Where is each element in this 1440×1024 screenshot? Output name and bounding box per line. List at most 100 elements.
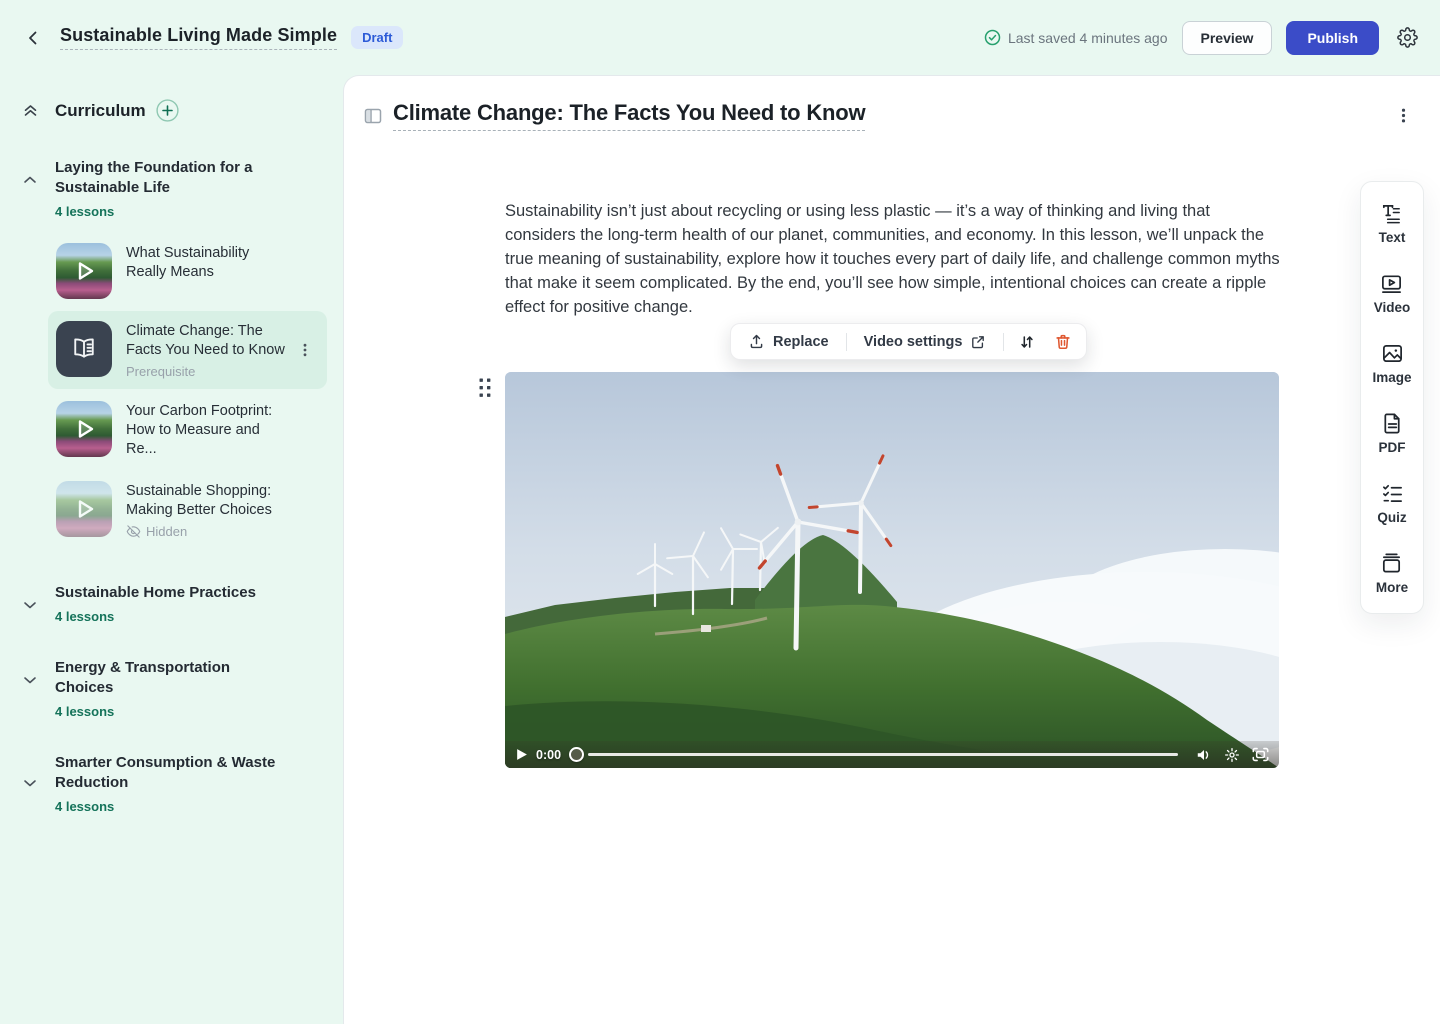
video-thumbnail [56, 243, 112, 299]
saved-check-icon [984, 29, 1001, 46]
lesson-item-what-sustainability[interactable]: What Sustainability Really Means [48, 233, 327, 309]
section-smarter-consumption: Smarter Consumption & Waste Reduction 4 … [0, 753, 343, 814]
video-icon [1380, 272, 1403, 295]
lesson-menu-button[interactable] [297, 342, 313, 358]
section-expand-button[interactable] [22, 597, 38, 613]
progress-track[interactable] [588, 753, 1178, 756]
player-settings-icon[interactable] [1224, 747, 1240, 763]
video-thumbnail [56, 401, 112, 457]
wind-farm-video-frame [505, 372, 1279, 768]
lesson-page-title[interactable]: Climate Change: The Facts You Need to Kn… [393, 100, 865, 131]
drag-grip-icon[interactable] [474, 373, 496, 403]
lesson-item-sustainable-shopping[interactable]: Sustainable Shopping: Making Better Choi… [48, 471, 327, 549]
section-title[interactable]: Energy & Transportation Choices [55, 658, 285, 698]
section-lesson-count: 4 lessons [55, 704, 285, 719]
add-section-button[interactable] [156, 99, 179, 122]
lesson-badge: Hidden [126, 524, 291, 539]
section-lesson-count: 4 lessons [55, 204, 285, 219]
chevron-left-icon [24, 29, 42, 47]
replace-label: Replace [773, 334, 829, 350]
reorder-block-button[interactable] [1010, 327, 1044, 357]
delete-block-button[interactable] [1046, 327, 1080, 357]
lesson-editor-panel: Climate Change: The Facts You Need to Kn… [343, 75, 1440, 1024]
lesson-item-carbon-footprint[interactable]: Your Carbon Footprint: How to Measure an… [48, 391, 327, 469]
section-title[interactable]: Laying the Foundation for a Sustainable … [55, 158, 285, 198]
fullscreen-icon[interactable] [1252, 747, 1269, 762]
trash-icon [1054, 333, 1072, 351]
toolbar-divider [1003, 333, 1004, 351]
more-icon [1380, 552, 1403, 575]
add-video-block-button[interactable]: Video [1374, 272, 1411, 315]
play-icon [56, 481, 112, 537]
playback-time: 0:00 [536, 748, 561, 762]
reading-tile [56, 321, 112, 377]
video-controls-bar: 0:00 [505, 741, 1279, 768]
lesson-title: Your Carbon Footprint: How to Measure an… [126, 402, 291, 459]
video-settings-label: Video settings [864, 334, 963, 350]
lesson-list: What Sustainability Really Means Climate… [0, 233, 343, 549]
plus-circle-icon [156, 99, 179, 122]
section-title[interactable]: Sustainable Home Practices [55, 583, 256, 603]
video-settings-button[interactable]: Video settings [853, 328, 998, 356]
palette-item-label: PDF [1379, 440, 1406, 455]
add-text-block-button[interactable]: Text [1379, 202, 1406, 245]
volume-icon[interactable] [1196, 748, 1212, 762]
add-image-block-button[interactable]: Image [1372, 342, 1411, 385]
block-palette: Text Video Image PDF Quiz More [1360, 181, 1424, 614]
course-title[interactable]: Sustainable Living Made Simple [60, 25, 337, 50]
video-block-toolbar: Replace Video settings [730, 323, 1087, 360]
section-lesson-count: 4 lessons [55, 609, 256, 624]
eye-off-icon [126, 524, 141, 539]
publish-button[interactable]: Publish [1286, 21, 1379, 55]
section-expand-button[interactable] [22, 775, 38, 791]
lesson-item-climate-change[interactable]: Climate Change: The Facts You Need to Kn… [48, 311, 327, 389]
section-laying-the-foundation: Laying the Foundation for a Sustainable … [0, 158, 343, 219]
chevron-down-icon [22, 775, 38, 791]
palette-item-label: Video [1374, 300, 1411, 315]
lesson-menu-button[interactable] [1391, 103, 1416, 128]
add-quiz-block-button[interactable]: Quiz [1377, 482, 1406, 525]
chevron-down-icon [22, 672, 38, 688]
replace-video-button[interactable]: Replace [737, 327, 840, 356]
play-icon [56, 401, 112, 457]
section-lesson-count: 4 lessons [55, 799, 285, 814]
collapse-all-button[interactable] [22, 102, 39, 119]
lesson-title: What Sustainability Really Means [126, 244, 291, 282]
toggle-sidebar-button[interactable] [363, 106, 383, 126]
lesson-badge-text: Hidden [146, 524, 187, 539]
pdf-icon [1381, 412, 1404, 435]
toolbar-divider [846, 333, 847, 351]
play-button[interactable] [515, 748, 528, 761]
add-pdf-block-button[interactable]: PDF [1379, 412, 1406, 455]
upload-icon [748, 333, 765, 350]
more-blocks-button[interactable]: More [1376, 552, 1408, 595]
video-player[interactable]: 0:00 [505, 372, 1279, 768]
text-icon [1380, 202, 1403, 225]
section-expand-button[interactable] [22, 672, 38, 688]
image-icon [1381, 342, 1404, 365]
lesson-intro-paragraph[interactable]: Sustainability isn’t just about recyclin… [505, 199, 1281, 319]
curriculum-title: Curriculum [55, 101, 146, 121]
lesson-title: Sustainable Shopping: Making Better Choi… [126, 482, 291, 520]
move-up-down-icon [1018, 333, 1036, 351]
collapse-all-icon [22, 102, 39, 119]
chevron-up-icon [22, 172, 38, 188]
section-energy-transportation: Energy & Transportation Choices 4 lesson… [0, 658, 343, 719]
top-bar: Sustainable Living Made Simple Draft Las… [0, 0, 1440, 75]
lesson-badge: Prerequisite [126, 364, 291, 379]
chevron-down-icon [22, 597, 38, 613]
lesson-title: Climate Change: The Facts You Need to Kn… [126, 322, 291, 360]
play-icon [56, 243, 112, 299]
settings-button[interactable] [1393, 23, 1422, 52]
section-title[interactable]: Smarter Consumption & Waste Reduction [55, 753, 285, 793]
palette-item-label: Quiz [1377, 510, 1406, 525]
scrubber-handle[interactable] [569, 747, 584, 762]
video-thumbnail [56, 481, 112, 537]
section-collapse-button[interactable] [22, 172, 38, 188]
back-button[interactable] [20, 25, 46, 51]
status-badge: Draft [351, 26, 403, 49]
save-status-text: Last saved 4 minutes ago [1008, 30, 1168, 46]
panel-icon [363, 106, 383, 126]
preview-button[interactable]: Preview [1182, 21, 1273, 55]
curriculum-sidebar: Curriculum Laying the Foundation for a S… [0, 75, 343, 1024]
